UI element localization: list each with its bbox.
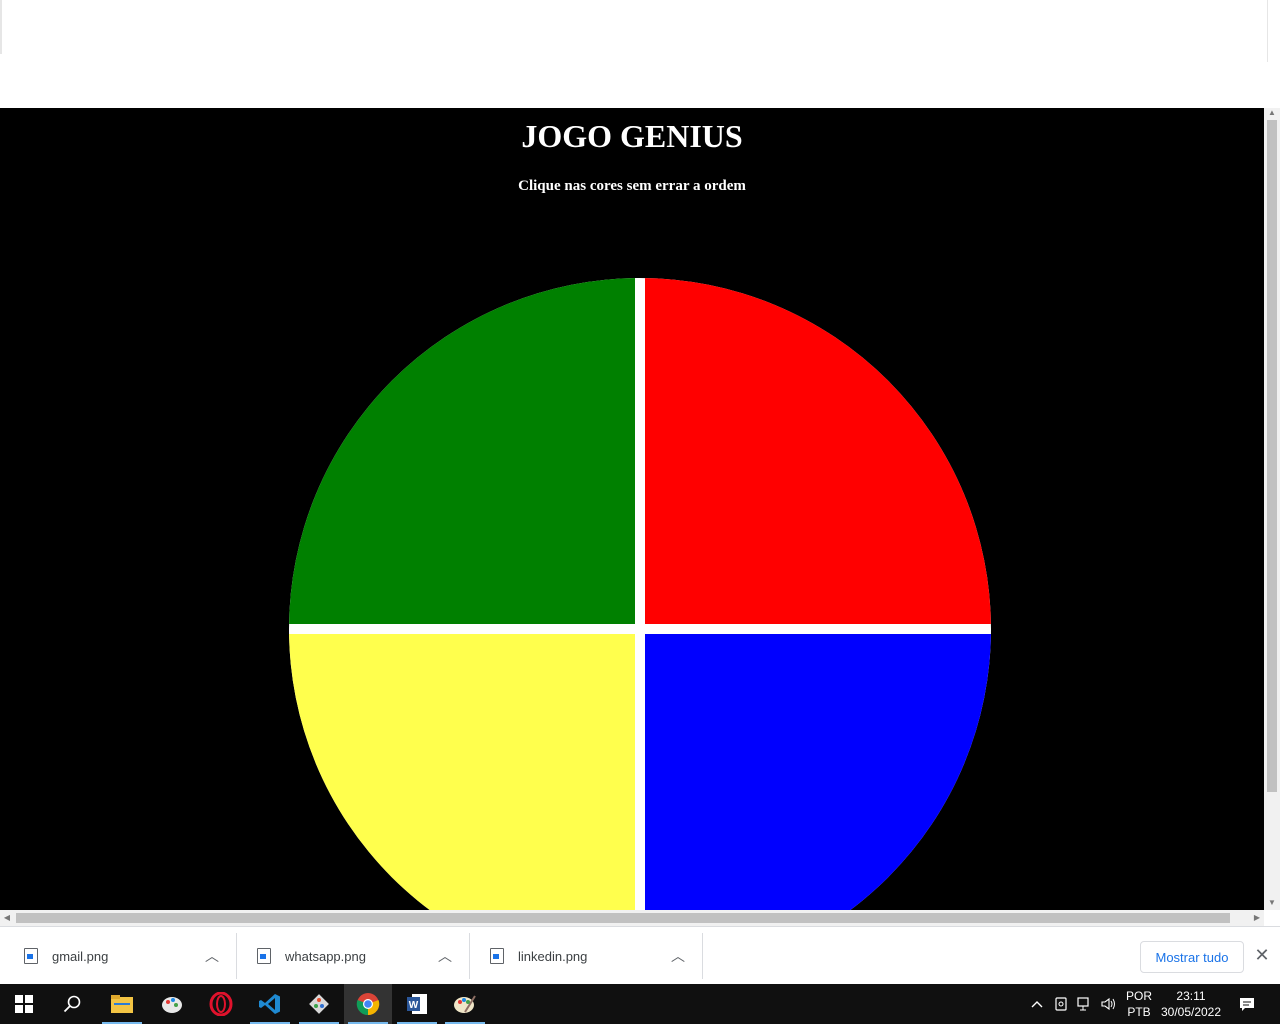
scroll-left-arrow-icon[interactable]: ◀ (0, 910, 14, 926)
opera-icon[interactable] (197, 984, 245, 1024)
git-icon[interactable] (295, 984, 343, 1024)
chevron-up-icon[interactable] (1026, 984, 1048, 1024)
language-indicator[interactable]: POR PTB (1122, 984, 1156, 1024)
notification-icon[interactable] (1232, 984, 1262, 1024)
horizontal-scrollbar[interactable]: ◀ ▶ (0, 910, 1264, 926)
language-code: POR (1125, 989, 1152, 1003)
close-icon[interactable]: ✕ (1252, 943, 1272, 967)
window-edge (0, 0, 2, 54)
horizontal-scroll-thumb[interactable] (16, 913, 1230, 923)
download-filename: linkedin.png (518, 948, 588, 964)
scrollbar-corner (1264, 910, 1280, 926)
windows-taskbar: W POR PTB 23:11 30/05/2022 (0, 984, 1280, 1024)
vertical-scrollbar[interactable]: ▲ ▼ (1264, 108, 1280, 910)
download-bar: gmail.png ︿ whatsapp.png ︿ linkedin.png … (0, 926, 1280, 985)
download-item[interactable]: linkedin.png ︿ (470, 933, 703, 979)
keyboard-layout: PTB (1127, 1005, 1151, 1019)
show-all-button[interactable]: Mostrar tudo (1140, 941, 1244, 973)
download-item[interactable]: whatsapp.png ︿ (237, 933, 470, 979)
chevron-up-icon[interactable]: ︿ (666, 946, 690, 966)
green-quadrant[interactable] (289, 278, 635, 624)
device-icon[interactable] (1050, 984, 1072, 1024)
chevron-up-icon[interactable]: ︿ (433, 946, 457, 966)
genius-board (289, 278, 991, 910)
page-title: JOGO GENIUS (521, 118, 743, 154)
image-file-icon (24, 948, 38, 964)
windows-start-icon[interactable] (0, 984, 48, 1024)
blue-quadrant[interactable] (645, 634, 991, 910)
yellow-quadrant[interactable] (289, 634, 635, 910)
word-icon[interactable]: W (393, 984, 441, 1024)
clock-date: 30/05/2022 (1160, 1005, 1222, 1019)
network-icon[interactable] (1074, 984, 1096, 1024)
page-viewport: JOGO GENIUS Clique nas cores sem errar a… (0, 108, 1264, 910)
file-explorer-icon[interactable] (98, 984, 146, 1024)
window-edge (1267, 0, 1268, 62)
chrome-icon[interactable] (344, 984, 392, 1024)
paint-icon[interactable] (441, 984, 489, 1024)
paint-3d-icon[interactable] (148, 984, 196, 1024)
vscode-icon[interactable] (246, 984, 294, 1024)
page-subtitle: Clique nas cores sem errar a ordem (518, 178, 746, 194)
image-file-icon (490, 948, 504, 964)
search-icon[interactable] (48, 984, 96, 1024)
download-item[interactable]: gmail.png ︿ (4, 933, 237, 979)
image-file-icon (257, 948, 271, 964)
red-quadrant[interactable] (645, 278, 991, 624)
browser-chrome (0, 0, 1280, 108)
volume-icon[interactable] (1098, 984, 1120, 1024)
clock-time: 23:11 (1176, 989, 1206, 1003)
vertical-scroll-thumb[interactable] (1267, 120, 1277, 792)
download-filename: gmail.png (52, 948, 109, 964)
chevron-up-icon[interactable]: ︿ (200, 946, 224, 966)
clock[interactable]: 23:11 30/05/2022 (1158, 984, 1224, 1024)
download-filename: whatsapp.png (285, 948, 366, 964)
scroll-up-arrow-icon[interactable]: ▲ (1264, 106, 1280, 120)
scroll-right-arrow-icon[interactable]: ▶ (1250, 910, 1264, 926)
scroll-down-arrow-icon[interactable]: ▼ (1264, 896, 1280, 910)
svg-text:W: W (409, 1000, 419, 1011)
